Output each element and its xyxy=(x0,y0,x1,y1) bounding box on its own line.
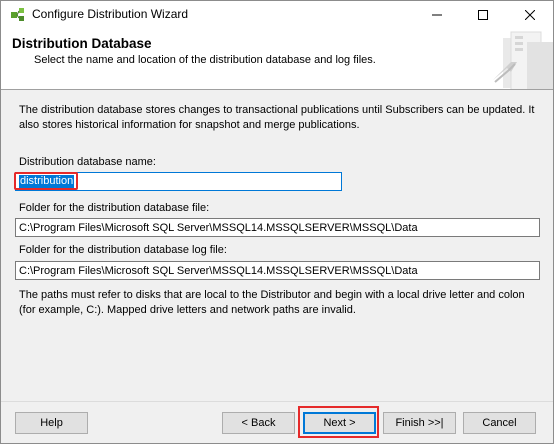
path-note: The paths must refer to disks that are l… xyxy=(19,289,525,316)
db-name-input[interactable]: distribution xyxy=(15,172,342,191)
log-folder-label: Folder for the distribution database log… xyxy=(19,244,227,256)
db-name-label: Distribution database name: xyxy=(19,156,156,168)
minimize-icon xyxy=(432,14,442,15)
sql-wizard-icon xyxy=(11,8,24,21)
minimize-button[interactable] xyxy=(414,1,460,28)
window-title: Configure Distribution Wizard xyxy=(32,7,189,21)
cancel-button[interactable]: Cancel xyxy=(463,412,536,434)
back-button[interactable]: < Back xyxy=(222,412,295,434)
log-folder-input[interactable]: C:\Program Files\Microsoft SQL Server\MS… xyxy=(15,261,540,280)
data-folder-input[interactable]: C:\Program Files\Microsoft SQL Server\MS… xyxy=(15,218,540,237)
db-name-value: distribution xyxy=(19,175,75,188)
footer-divider xyxy=(1,401,553,402)
page-title: Distribution Database xyxy=(12,36,152,51)
data-folder-label: Folder for the distribution database fil… xyxy=(19,202,210,214)
title-bar: Configure Distribution Wizard xyxy=(1,1,553,28)
help-button[interactable]: Help xyxy=(15,412,88,434)
close-icon xyxy=(525,9,535,20)
close-button[interactable] xyxy=(507,1,553,28)
wizard-window: Configure Distribution Wizard Distributi… xyxy=(0,0,554,444)
finish-button[interactable]: Finish >>| xyxy=(383,412,456,434)
wizard-banner-art-icon xyxy=(489,28,553,89)
maximize-icon xyxy=(478,9,488,20)
wizard-header: Distribution Database Select the name an… xyxy=(1,28,553,90)
intro-text: The distribution database stores changes… xyxy=(19,104,535,131)
page-subtitle: Select the name and location of the dist… xyxy=(34,54,376,66)
maximize-button[interactable] xyxy=(460,1,506,28)
next-button[interactable]: Next > xyxy=(303,412,376,434)
